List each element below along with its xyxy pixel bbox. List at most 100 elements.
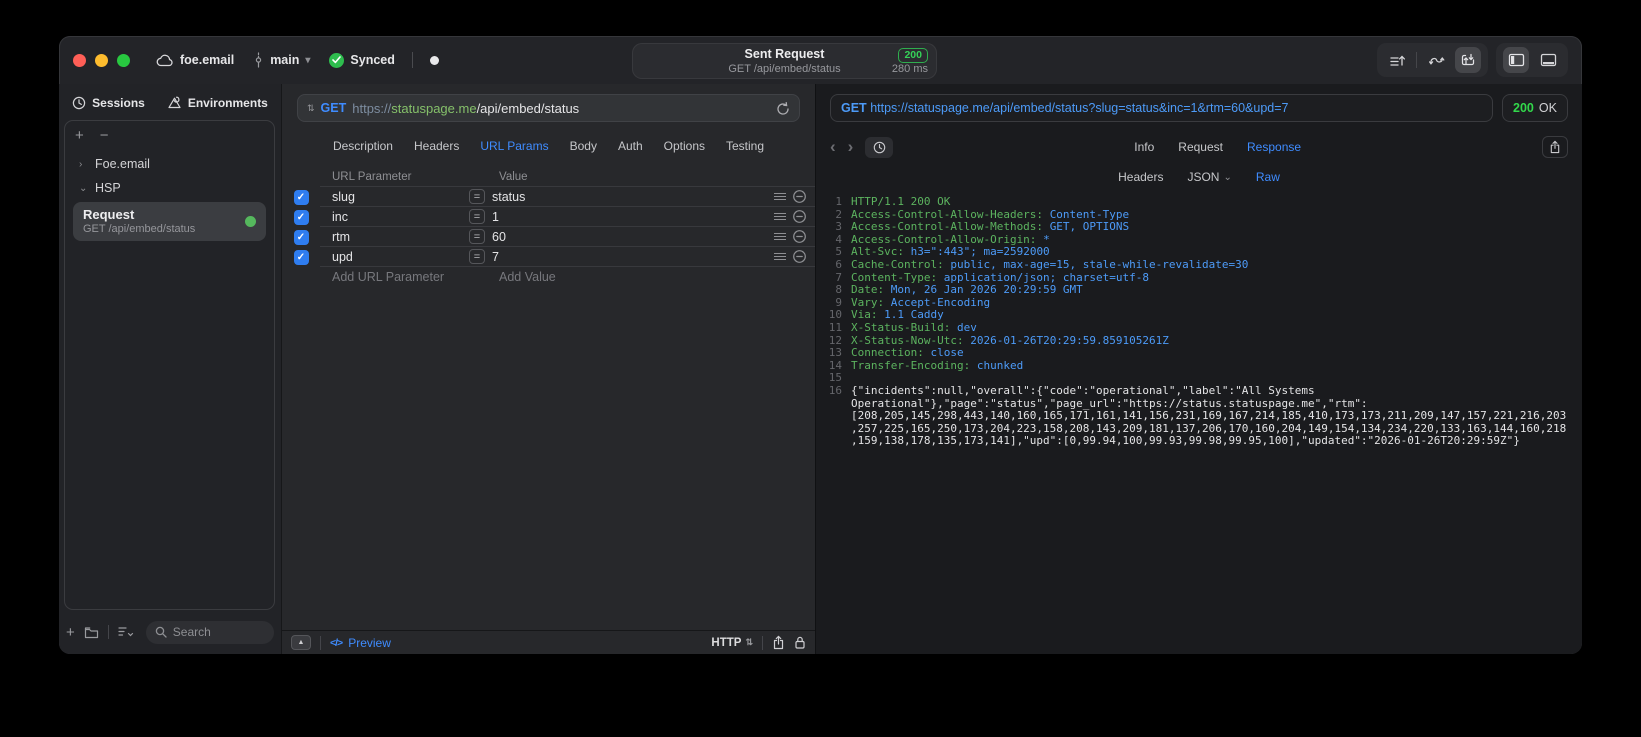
tree-group-hsp[interactable]: ⌄ HSP [69, 176, 270, 200]
summary-duration: 280 ms [891, 63, 928, 75]
close-window-button[interactable] [73, 53, 86, 67]
params-rows: ✓ slug = status ✓ inc = 1 ✓ rtm = 60 ✓ upd = 7 [282, 187, 815, 267]
subtab-headers[interactable]: Headers [1118, 170, 1163, 184]
add-session-button[interactable]: + [75, 127, 84, 144]
request-summary-pill[interactable]: Sent Request GET /api/embed/status 200 2… [632, 43, 937, 79]
resend-request-button[interactable] [1455, 47, 1481, 73]
param-name[interactable]: slug [320, 190, 469, 204]
export-list-button[interactable] [1384, 47, 1410, 73]
status-code: 200 [1513, 101, 1534, 115]
history-nav: ‹ › [830, 137, 853, 157]
param-enabled-checkbox[interactable]: ✓ [293, 229, 309, 245]
tab-headers[interactable]: Headers [414, 139, 459, 153]
param-value[interactable]: status [492, 190, 525, 204]
sent-method: GET [841, 101, 867, 115]
line-number: 13 [828, 346, 842, 360]
tree-group-foe-email[interactable]: › Foe.email [69, 152, 270, 176]
param-name[interactable]: rtm [320, 230, 469, 244]
param-row-inc: ✓ inc = 1 [282, 207, 815, 227]
request-url-input[interactable]: https://statuspage.me/api/embed/status [352, 101, 770, 116]
share-button[interactable] [772, 635, 785, 650]
toggle-bottom-panel-button[interactable] [1535, 47, 1561, 73]
tab-body[interactable]: Body [570, 139, 597, 153]
tab-testing[interactable]: Testing [726, 139, 764, 153]
line-content: {"incidents":null,"overall":{"code":"ope… [851, 383, 1567, 448]
add-param-row[interactable]: Add URL Parameter Add Value [282, 267, 815, 287]
response-ready-dot [245, 215, 256, 227]
changes-indicator-dot [429, 55, 439, 65]
remove-row-icon[interactable] [792, 209, 807, 224]
sent-request-url: GET https://statuspage.me/api/embed/stat… [841, 101, 1289, 115]
remove-row-icon[interactable] [792, 189, 807, 204]
remove-row-icon[interactable] [792, 229, 807, 244]
row-reorder-handle-icon[interactable] [774, 193, 786, 200]
remove-row-icon[interactable] [792, 249, 807, 264]
subtab-raw[interactable]: Raw [1256, 170, 1280, 184]
param-value[interactable]: 60 [492, 230, 506, 244]
protocol-label: HTTP [711, 636, 742, 649]
param-enabled-checkbox[interactable]: ✓ [293, 209, 309, 225]
project-selector[interactable]: foe.email [156, 53, 234, 67]
tab-auth[interactable]: Auth [618, 139, 643, 153]
titlebar-divider [411, 52, 413, 68]
collapse-panel-button[interactable]: ▲ [291, 635, 311, 650]
history-button[interactable] [865, 136, 894, 158]
tab-response[interactable]: Response [1247, 140, 1301, 154]
history-forward-button[interactable]: › [848, 137, 854, 157]
add-param-value-placeholder[interactable]: Add Value [499, 270, 556, 284]
tab-environments[interactable]: Environments [167, 96, 268, 110]
remove-session-button[interactable]: − [100, 127, 109, 144]
sync-branches-button[interactable] [1423, 47, 1449, 73]
lock-icon[interactable] [794, 635, 806, 650]
response-status-box: 200 OK [1502, 94, 1568, 122]
project-name: foe.email [180, 53, 235, 67]
row-reorder-handle-icon[interactable] [774, 233, 786, 240]
protocol-selector[interactable]: HTTP ⇅ [711, 637, 753, 649]
line-content: Transfer-Encoding: chunked [851, 358, 1024, 372]
request-item-subtitle: GET /api/embed/status [83, 223, 196, 235]
request-editor: ⇅ GET https://statuspage.me/api/embed/st… [281, 84, 815, 654]
history-back-button[interactable]: ‹ [830, 137, 836, 157]
row-reorder-handle-icon[interactable] [774, 253, 786, 260]
chevron-down-icon: ⌄ [79, 182, 88, 194]
param-name[interactable]: upd [320, 250, 469, 264]
request-method[interactable]: GET [321, 101, 347, 115]
sync-status[interactable]: Synced [329, 52, 395, 68]
branch-selector[interactable]: main ▾ [253, 52, 310, 68]
zoom-window-button[interactable] [117, 53, 130, 67]
equals-badge-icon: = [469, 209, 485, 224]
row-reorder-handle-icon[interactable] [774, 213, 786, 220]
param-value[interactable]: 7 [492, 250, 499, 264]
tab-options[interactable]: Options [664, 139, 705, 153]
param-name[interactable]: inc [320, 210, 469, 224]
titlebar-actions [1377, 43, 1568, 77]
tab-sessions[interactable]: Sessions [72, 96, 145, 110]
sent-request-url-box[interactable]: GET https://statuspage.me/api/embed/stat… [830, 94, 1493, 122]
add-param-name-placeholder[interactable]: Add URL Parameter [320, 270, 469, 284]
export-response-button[interactable] [1542, 136, 1568, 158]
tab-info[interactable]: Info [1134, 140, 1154, 154]
preview-button[interactable]: </> Preview [330, 636, 391, 650]
request-url-bar[interactable]: ⇅ GET https://statuspage.me/api/embed/st… [297, 94, 800, 122]
param-enabled-checkbox[interactable]: ✓ [293, 189, 309, 205]
param-enabled-checkbox[interactable]: ✓ [293, 249, 309, 265]
response-body[interactable]: 1 HTTP/1.1 200 OK 2 Access-Control-Allow-He… [816, 196, 1582, 654]
request-list-item-selected[interactable]: Request GET /api/embed/status [73, 202, 266, 241]
new-request-button[interactable]: + [66, 624, 75, 641]
param-value[interactable]: 1 [492, 210, 499, 224]
tab-url-params[interactable]: URL Params [480, 139, 548, 153]
search-input[interactable] [172, 625, 265, 639]
new-folder-button[interactable] [84, 626, 99, 639]
reload-icon[interactable] [776, 101, 790, 116]
tab-description[interactable]: Description [333, 139, 393, 153]
sort-filter-button[interactable] [118, 626, 134, 638]
params-table: URL Parameter Value ✓ slug = status ✓ inc = 1 ✓ r… [282, 167, 815, 287]
sidebar-search[interactable] [145, 620, 274, 644]
minimize-window-button[interactable] [95, 53, 108, 67]
synced-check-icon [329, 52, 345, 68]
toggle-sidebar-button[interactable] [1503, 47, 1529, 73]
main-content: Sessions Environments + − › Foe.email ⌄ … [59, 84, 1582, 654]
subtab-json[interactable]: JSON ⌄ [1187, 170, 1231, 184]
sidebar: Sessions Environments + − › Foe.email ⌄ … [59, 84, 281, 654]
tab-request[interactable]: Request [1178, 140, 1223, 154]
